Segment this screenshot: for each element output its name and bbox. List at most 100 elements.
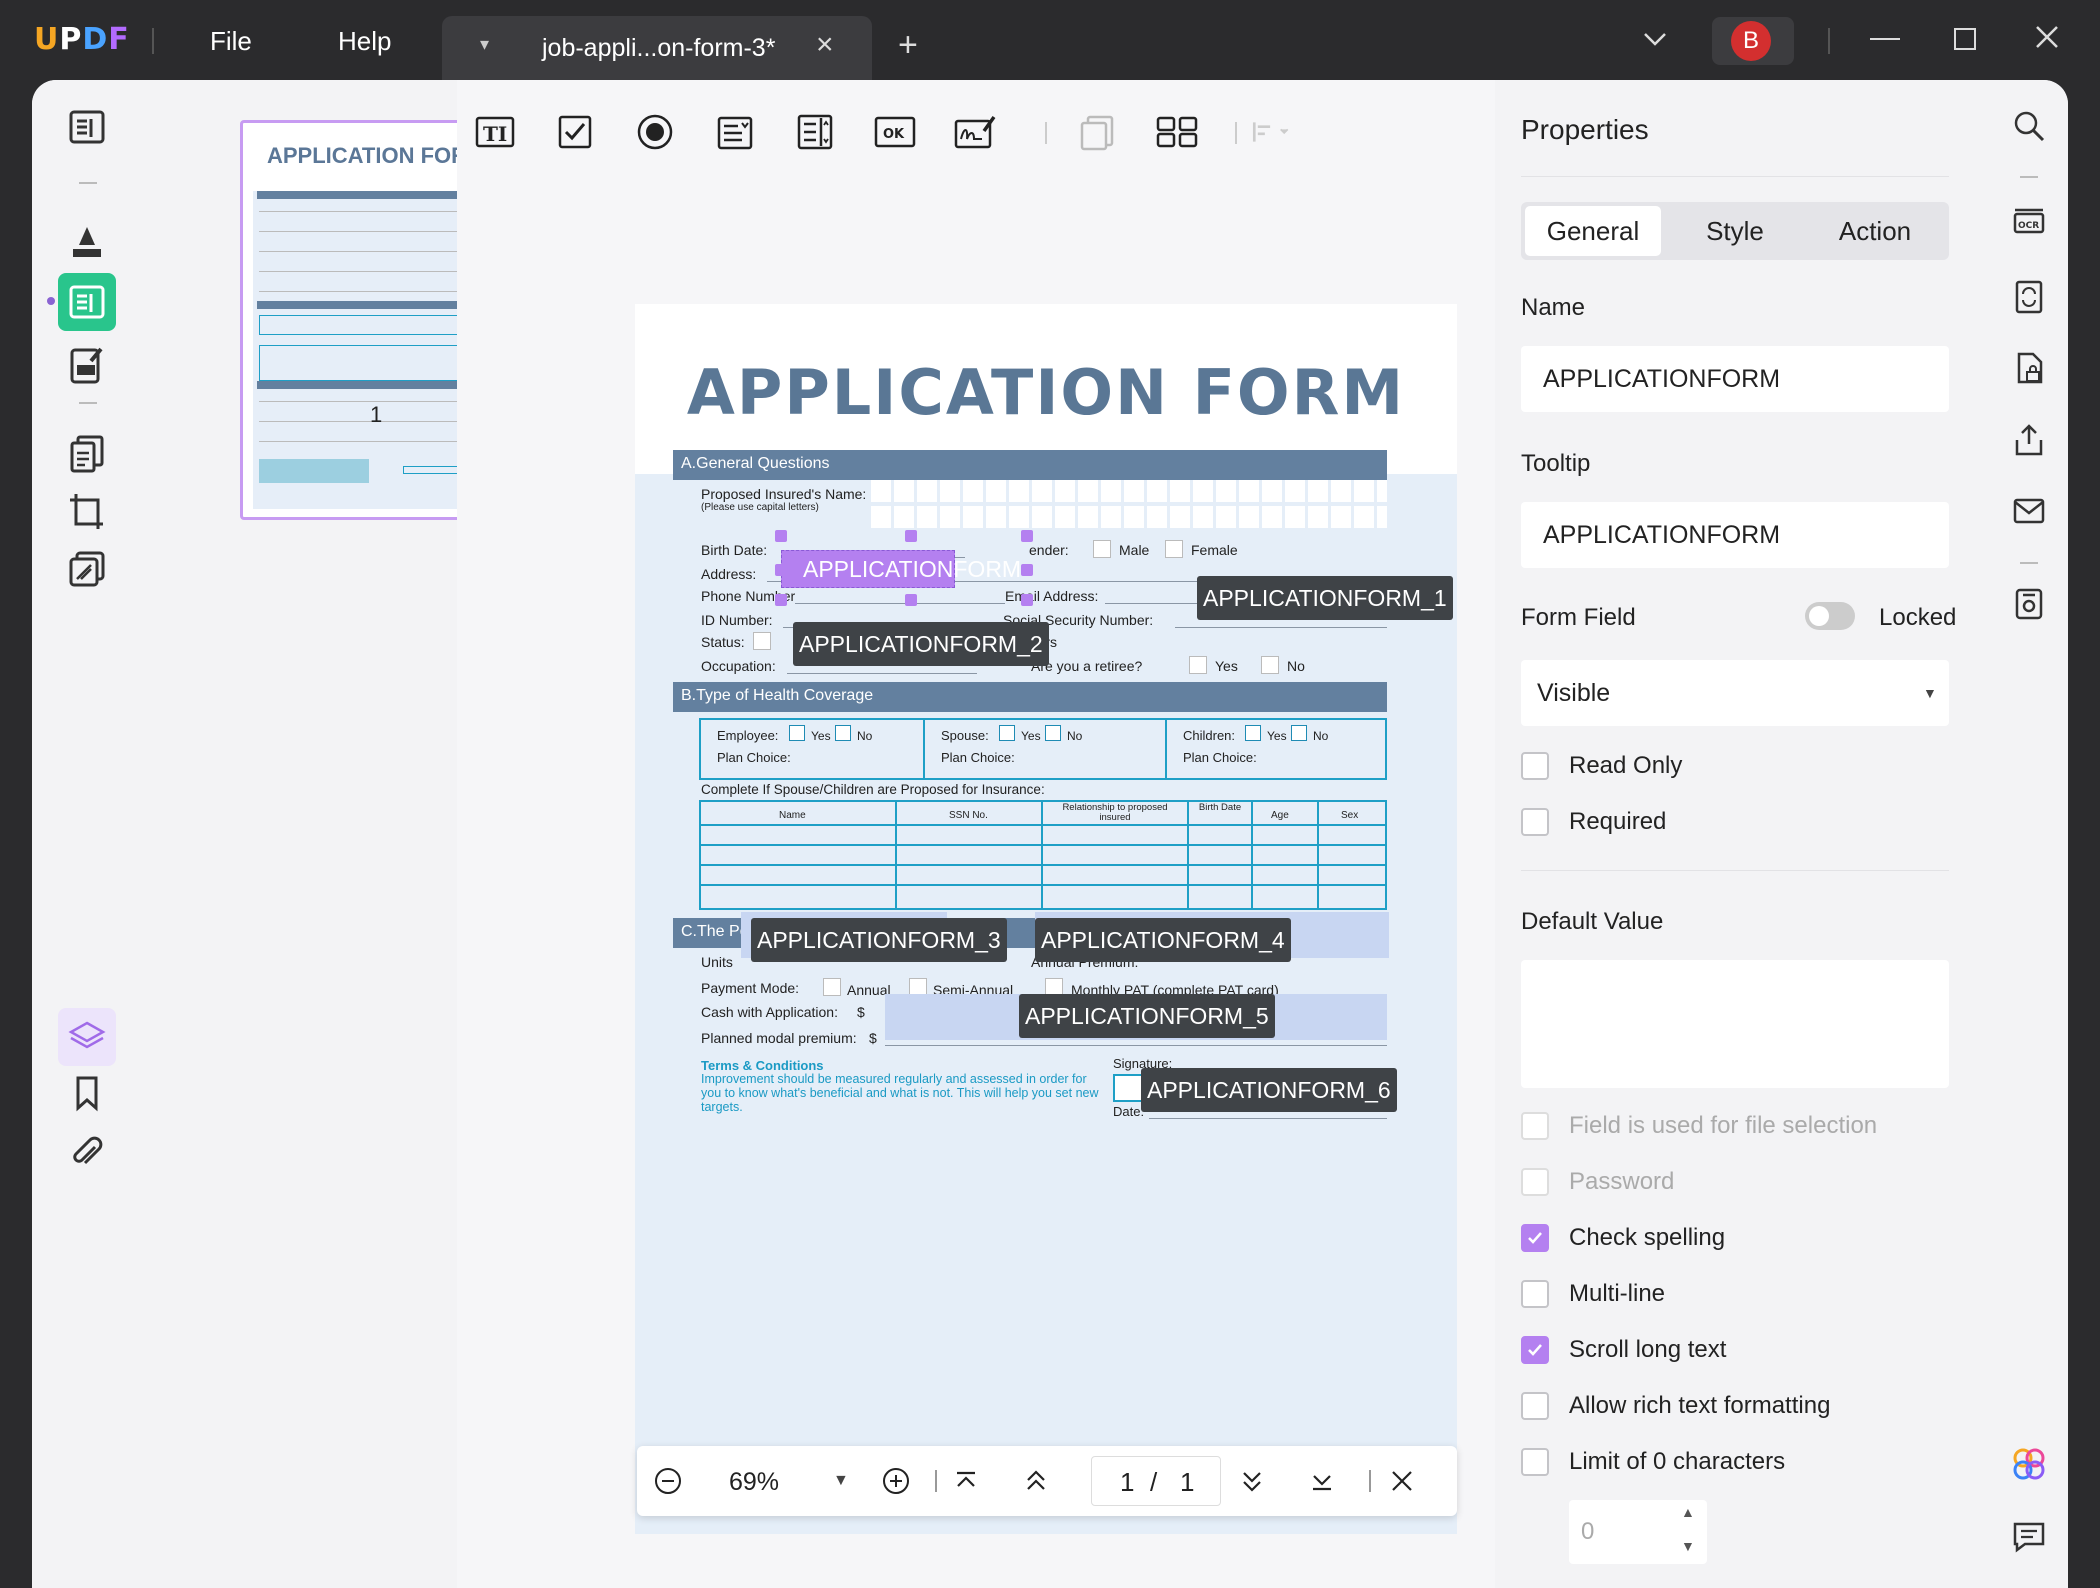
terms-title: Terms & Conditions	[701, 1058, 824, 1073]
zoom-in-icon[interactable]	[881, 1466, 911, 1501]
previous-page-icon[interactable]	[1021, 1466, 1051, 1501]
tooltip-input[interactable]: APPLICATIONFORM	[1521, 502, 1949, 568]
align-dropdown-icon	[1249, 110, 1293, 154]
save-icon[interactable]	[2009, 584, 2049, 624]
table-header-sex: Sex	[1341, 810, 1359, 821]
document-canvas[interactable]: TI OK APPLICATION FORM A.General Questio…	[457, 80, 1495, 1588]
tab-style[interactable]: Style	[1667, 206, 1803, 256]
capital-letters-note: (Please use capital letters)	[701, 502, 819, 513]
properties-title: Properties	[1521, 114, 1649, 145]
form-title: APPLICATION FORM	[686, 356, 1406, 429]
check-spelling-checkbox[interactable]: Check spelling	[1521, 1222, 1725, 1254]
zoom-dropdown-icon[interactable]: ▼	[833, 1472, 849, 1490]
ocr-icon[interactable]: OCR	[2009, 202, 2049, 242]
units-label: Units	[701, 954, 733, 970]
crop-pages-icon[interactable]	[64, 488, 110, 534]
ai-assistant-icon[interactable]	[2009, 1444, 2049, 1484]
limit-chars-checkbox[interactable]: Limit of 0 characters	[1521, 1446, 1785, 1478]
list-box-tool-icon[interactable]	[793, 110, 837, 154]
checkbox-tool-icon[interactable]	[553, 110, 597, 154]
comment-highlight-icon[interactable]	[64, 218, 110, 264]
reader-icon[interactable]	[64, 104, 110, 150]
last-page-icon[interactable]	[1307, 1466, 1337, 1501]
gender-label: ender:	[1029, 542, 1069, 558]
organize-pages-icon[interactable]	[64, 430, 110, 476]
date-label: Date:	[1113, 1104, 1145, 1119]
stepper-down-icon[interactable]: ▼	[1681, 1538, 1695, 1554]
menu-help[interactable]: Help	[338, 26, 391, 57]
field-APPLICATIONFORM_2[interactable]: APPLICATIONFORM_2	[793, 622, 1049, 666]
text-field-tool-icon[interactable]: TI	[473, 110, 517, 154]
protect-icon[interactable]	[64, 546, 110, 592]
tab-general[interactable]: General	[1525, 206, 1661, 256]
grid-layout-icon[interactable]	[1155, 110, 1199, 154]
share-icon[interactable]	[2009, 420, 2049, 460]
tooltip-label: Tooltip	[1521, 450, 1591, 477]
tab-dropdown-icon[interactable]: ▾	[480, 34, 489, 55]
locked-toggle[interactable]	[1805, 602, 1855, 630]
protect-file-icon[interactable]	[2009, 348, 2049, 388]
limit-chars-stepper[interactable]: 0 ▲ ▼	[1569, 1500, 1707, 1564]
menu-file[interactable]: File	[210, 26, 252, 57]
document-tab[interactable]: ▾ job-appli...on-form-3* ×	[442, 16, 872, 80]
comments-icon[interactable]	[2009, 1516, 2049, 1556]
section-b-header: B.Type of Health Coverage	[673, 682, 1387, 712]
minimize-icon[interactable]	[1870, 38, 1900, 40]
scroll-long-text-checkbox[interactable]: Scroll long text	[1521, 1334, 1726, 1366]
email-icon[interactable]	[2009, 490, 2049, 530]
cash-with-application-label: Cash with Application:	[701, 1004, 838, 1020]
page-number-label: 1	[370, 402, 383, 427]
zoom-out-icon[interactable]	[653, 1466, 683, 1501]
retiree-no-label: No	[1287, 658, 1305, 674]
svg-text:TI: TI	[483, 122, 507, 146]
main-frame: APPLICATION FORM 1 TI OK APPLICATION FOR…	[32, 80, 2068, 1588]
default-value-textarea[interactable]	[1521, 960, 1949, 1088]
user-avatar[interactable]: B	[1712, 17, 1794, 65]
new-tab-icon[interactable]: +	[898, 26, 918, 65]
table-header-ssn: SSN No.	[949, 810, 988, 821]
fill-sign-icon[interactable]	[64, 342, 110, 388]
left-toolbar	[32, 80, 142, 1588]
name-input[interactable]: APPLICATIONFORM	[1521, 346, 1949, 412]
field-APPLICATIONFORM_5[interactable]: APPLICATIONFORM_5	[1019, 994, 1275, 1038]
retiree-yes-label: Yes	[1215, 658, 1238, 674]
visibility-select[interactable]: Visible ▼	[1521, 660, 1949, 726]
field-APPLICATIONFORM_4[interactable]: APPLICATIONFORM_4	[1035, 918, 1291, 962]
password-checkbox: Password	[1521, 1166, 1674, 1198]
next-page-icon[interactable]	[1237, 1466, 1267, 1501]
zoom-level[interactable]: 69%	[729, 1468, 779, 1497]
button-tool-icon[interactable]: OK	[873, 110, 917, 154]
bookmark-icon[interactable]	[64, 1070, 110, 1116]
attachment-icon[interactable]	[64, 1130, 110, 1176]
multi-line-checkbox[interactable]: Multi-line	[1521, 1278, 1665, 1310]
field-APPLICATIONFORM_1[interactable]: APPLICATIONFORM_1	[1197, 576, 1453, 620]
tab-close-icon[interactable]: ×	[816, 28, 834, 62]
maximize-icon[interactable]	[1954, 28, 1976, 50]
first-page-icon[interactable]	[951, 1466, 981, 1501]
layers-icon[interactable]	[58, 1008, 116, 1066]
title-bar: UPDF File Help ▾ job-appli...on-form-3* …	[0, 0, 2100, 80]
field-APPLICATIONFORM_6[interactable]: APPLICATIONFORM_6	[1141, 1068, 1397, 1112]
name-label: Name	[1521, 294, 1586, 321]
close-nav-icon[interactable]	[1387, 1466, 1417, 1501]
signature-tool-icon[interactable]	[953, 110, 997, 154]
dropdown-tool-icon[interactable]	[713, 110, 757, 154]
rich-text-checkbox[interactable]: Allow rich text formatting	[1521, 1390, 1830, 1422]
page-number-input[interactable]: 1 / 1	[1091, 1456, 1221, 1506]
default-value-label: Default Value	[1521, 908, 1664, 935]
search-icon[interactable]	[2009, 106, 2049, 146]
prepare-form-icon[interactable]	[58, 273, 116, 331]
tabs-overflow-icon[interactable]	[1640, 24, 1670, 59]
tab-action[interactable]: Action	[1807, 206, 1943, 256]
required-checkbox[interactable]: Required	[1521, 806, 1666, 838]
stepper-up-icon[interactable]: ▲	[1681, 1504, 1695, 1520]
read-only-checkbox[interactable]: Read Only	[1521, 750, 1682, 782]
properties-tabs: General Style Action	[1521, 202, 1949, 260]
field-APPLICATIONFORM_3[interactable]: APPLICATIONFORM_3	[751, 918, 1007, 962]
updf-logo: UPDF	[34, 22, 130, 57]
name-boxes-row1	[871, 480, 1387, 502]
close-window-icon[interactable]	[2030, 20, 2064, 59]
radio-button-tool-icon[interactable]	[633, 110, 677, 154]
convert-icon[interactable]	[2009, 276, 2049, 316]
occupation-label: Occupation:	[701, 658, 776, 674]
